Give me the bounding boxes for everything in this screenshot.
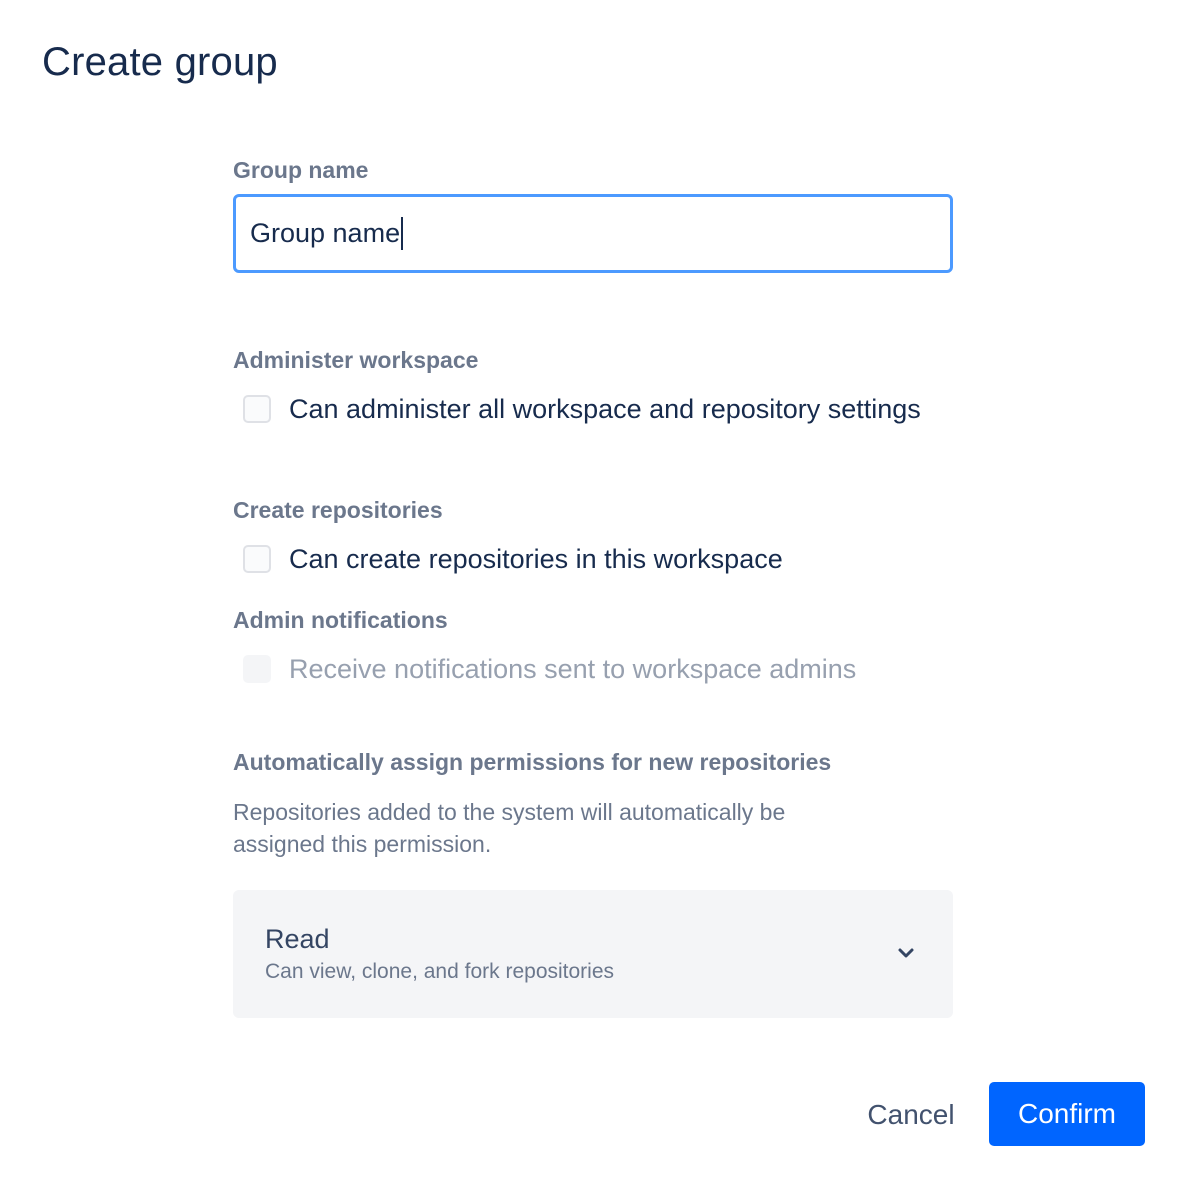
create-repositories-checkbox[interactable] (243, 545, 271, 573)
admin-notifications-label: Admin notifications (233, 607, 448, 633)
permission-select[interactable]: Read Can view, clone, and fork repositor… (233, 890, 953, 1018)
admin-notifications-checkbox (243, 655, 271, 683)
administer-workspace-checkbox[interactable] (243, 395, 271, 423)
group-name-label: Group name (233, 157, 369, 183)
chevron-down-icon[interactable] (897, 946, 915, 960)
administer-workspace-checkbox-label[interactable]: Can administer all workspace and reposit… (289, 389, 929, 429)
text-caret (401, 217, 404, 250)
group-name-value: Group name (250, 218, 401, 248)
permission-select-description: Can view, clone, and fork repositories (265, 960, 615, 983)
admin-notifications-checkbox-label: Receive notifications sent to workspace … (289, 654, 857, 684)
auto-permissions-help: Repositories added to the system will au… (233, 799, 786, 857)
create-repositories-label: Create repositories (233, 497, 443, 523)
create-repositories-checkbox-label[interactable]: Can create repositories in this workspac… (289, 539, 929, 579)
auto-permissions-label: Automatically assign permissions for new… (233, 749, 832, 775)
cancel-button[interactable]: Cancel (852, 1083, 970, 1147)
group-name-input[interactable]: Group name (233, 194, 953, 273)
confirm-button[interactable]: Confirm (989, 1082, 1145, 1146)
create-group-dialog: Create group Group name Group name Admin… (0, 0, 1184, 1188)
administer-workspace-label: Administer workspace (233, 347, 479, 373)
dialog-title: Create group (42, 40, 278, 84)
permission-select-value: Read (265, 924, 330, 954)
